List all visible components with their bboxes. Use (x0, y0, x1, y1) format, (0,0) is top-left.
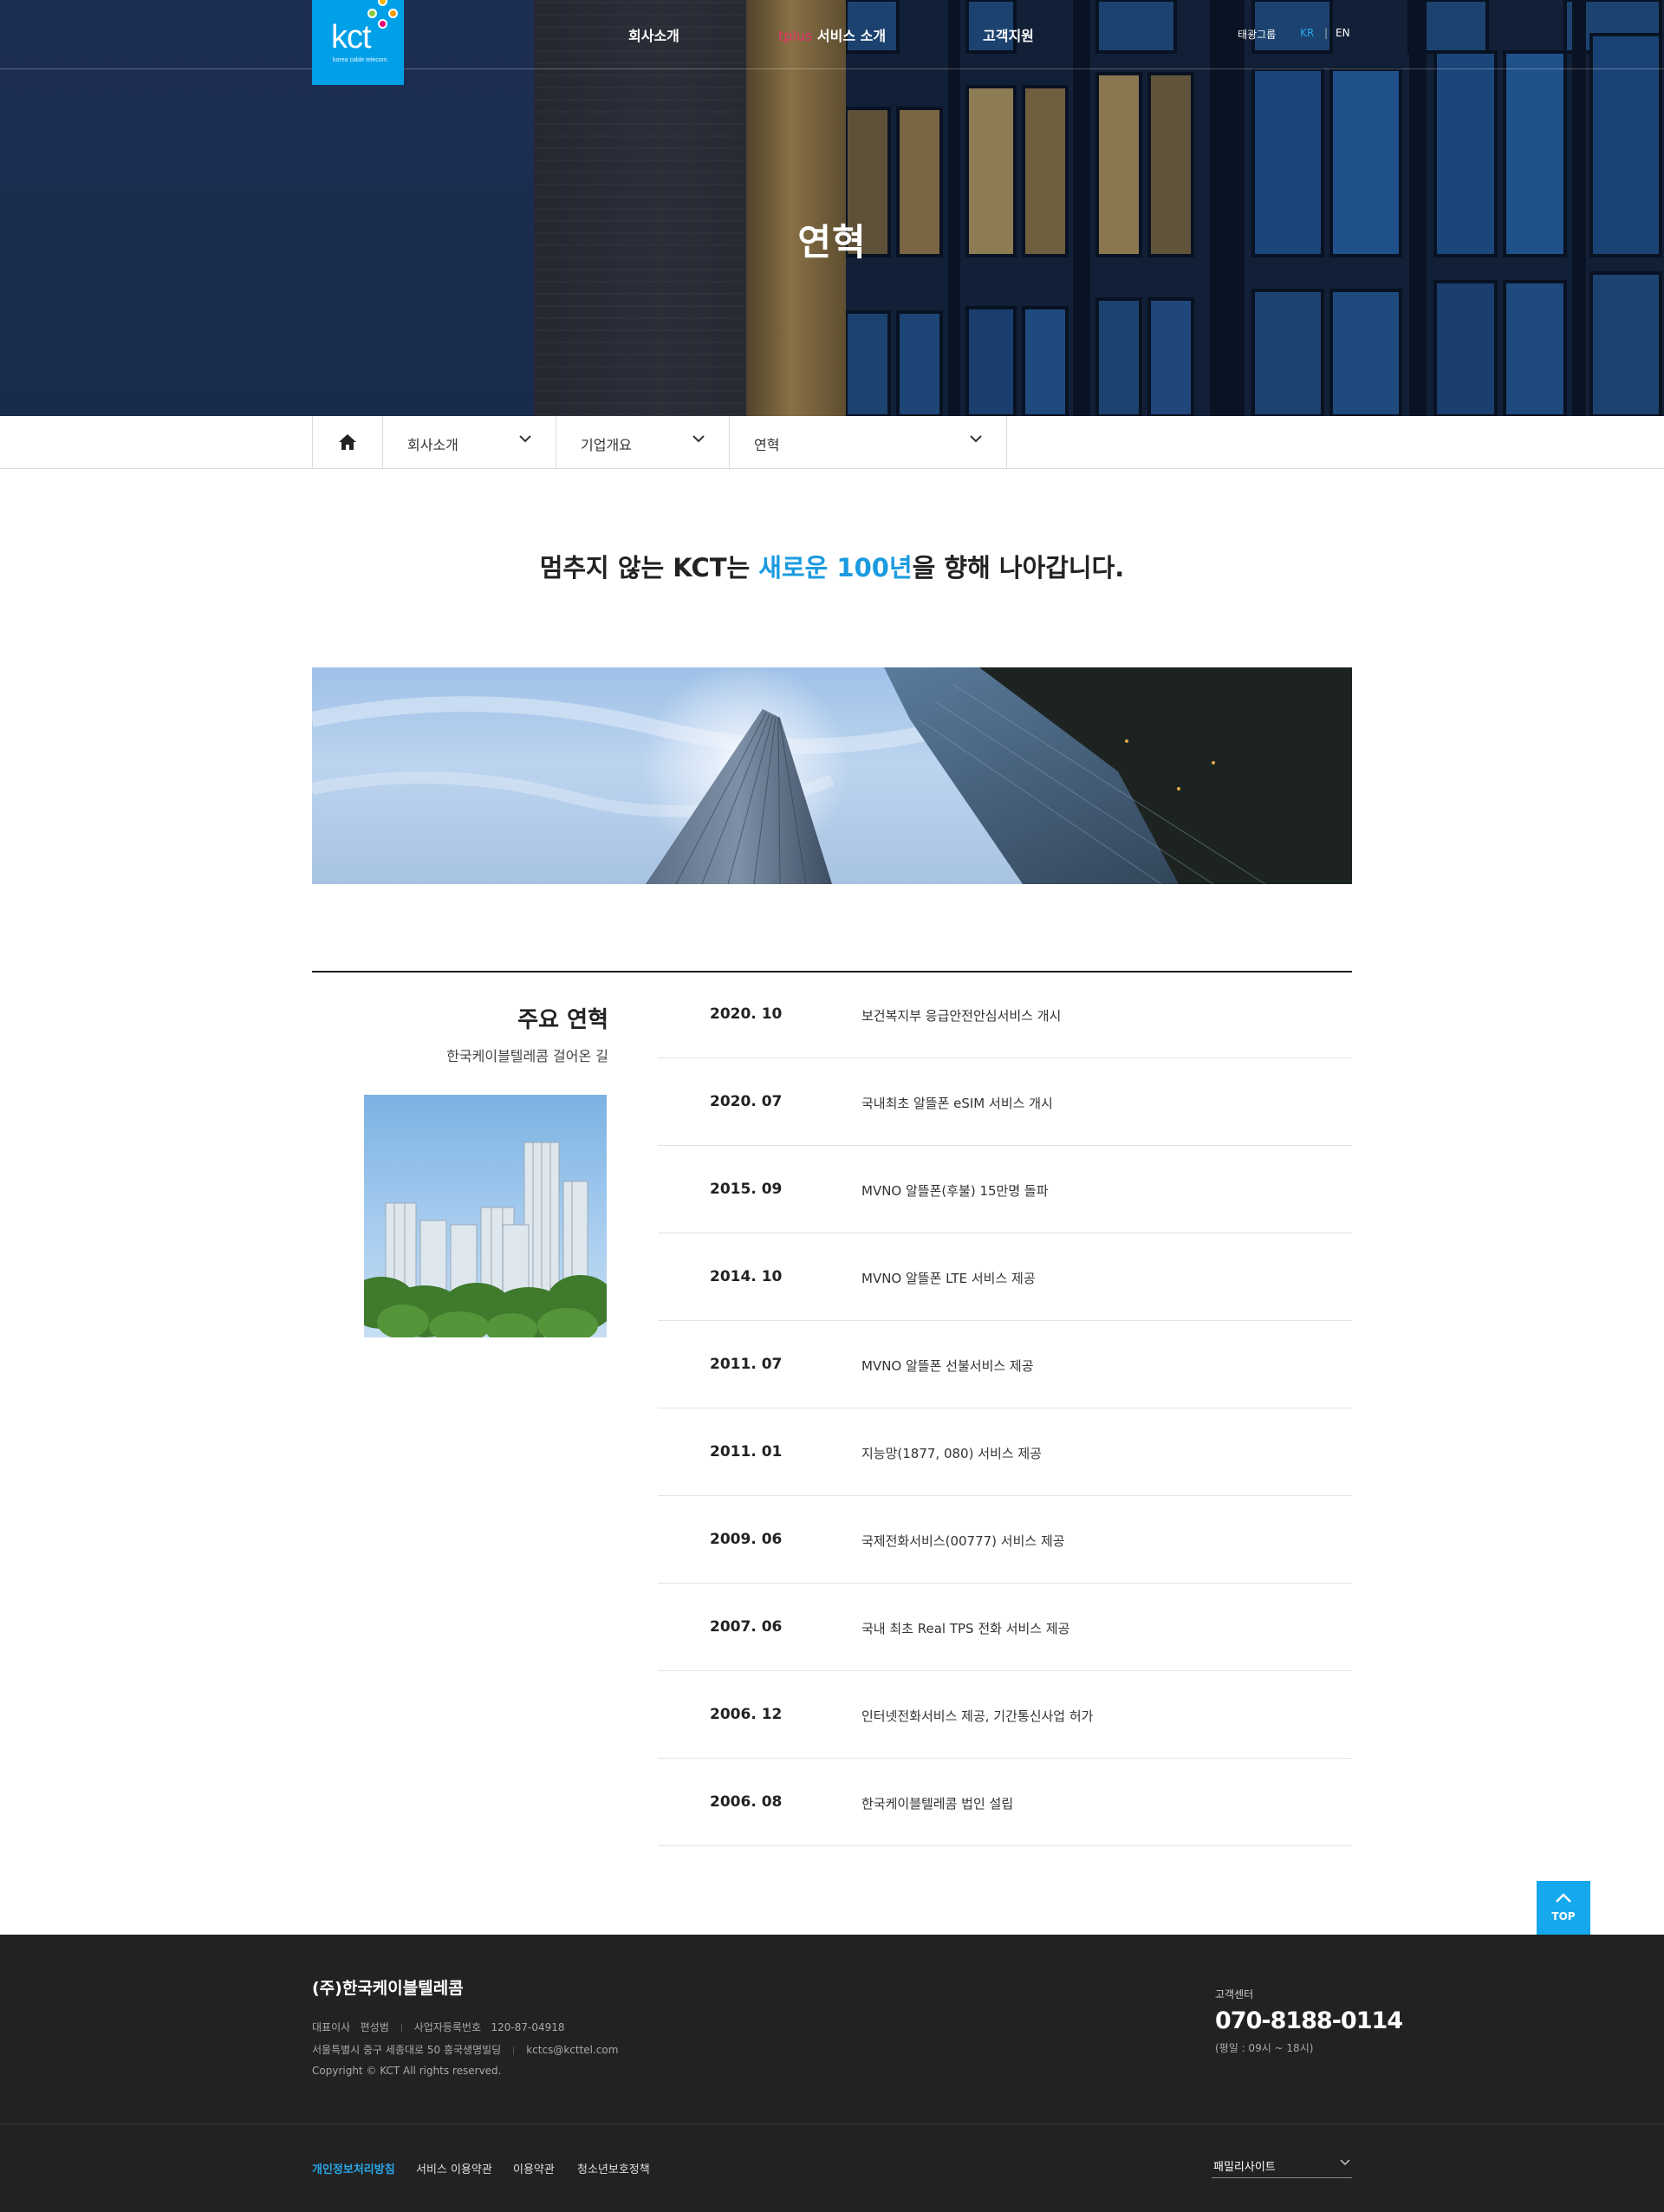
home-icon (339, 434, 356, 450)
history-text: MVNO 알뜰폰(후불) 15만명 돌파 (861, 1183, 1049, 1199)
skyscraper-graphic (312, 667, 1352, 884)
location-depth2-label: 기업개요 (581, 437, 632, 453)
history-list: 2020. 10 보건복지부 응급안전안심서비스 개시 2020. 07 국내최초 … (658, 971, 1352, 1846)
history-row: 2009. 06 국제전화서비스(00777) 서비스 제공 (658, 1496, 1352, 1584)
logo-dot-icon (367, 9, 377, 18)
history-row: 2007. 06 국내 최초 Real TPS 전화 서비스 제공 (658, 1584, 1352, 1671)
footer-link-privacy[interactable]: 개인정보처리방침 (312, 2160, 395, 2176)
history-text: 지능망(1877, 080) 서비스 제공 (861, 1446, 1042, 1461)
history-title: 주요 연혁 (517, 1007, 608, 1033)
history-row: 2011. 01 지능망(1877, 080) 서비스 제공 (658, 1409, 1352, 1496)
footer-email: kctcs@kcttel.com (526, 2044, 619, 2056)
history-text: 국내최초 알뜰폰 eSIM 서비스 개시 (861, 1096, 1053, 1111)
location-dropdown-depth1[interactable]: 회사소개 (383, 416, 556, 468)
chevron-down-icon (692, 435, 705, 443)
home-button[interactable] (312, 416, 383, 468)
history-date: 2020. 10 (710, 1005, 783, 1023)
scroll-top-label: TOP (1551, 1910, 1576, 1922)
slogan-post: 을 향해 나아갑니다. (912, 553, 1125, 582)
history-row: 2011. 07 MVNO 알뜰폰 선불서비스 제공 (658, 1321, 1352, 1409)
hero-visual: kct korea cable telecom 회사소개 tplus 서비스 소… (0, 0, 1664, 416)
footer-link-service-terms[interactable]: 서비스 이용약관 (416, 2160, 492, 2176)
family-site-label: 패밀리사이트 (1213, 2161, 1276, 2174)
history-row: 2020. 07 국내최초 알뜰폰 eSIM 서비스 개시 (658, 1058, 1352, 1146)
city-buildings-photo (364, 1095, 607, 1337)
footer-link-youth-policy[interactable]: 청소년보호정책 (577, 2160, 650, 2176)
footer-biz-no: 120-87-04918 (491, 2021, 565, 2033)
history-text: 보건복지부 응급안전안심서비스 개시 (861, 1008, 1062, 1024)
arrow-up-icon (1556, 1893, 1571, 1903)
history-subtitle: 한국케이블텔레콤 걸어온 길 (446, 1048, 608, 1064)
footer-cs-label: 고객센터 (1215, 1988, 1254, 2001)
history-text: MVNO 알뜰폰 선불서비스 제공 (861, 1358, 1034, 1374)
location-dropdown-depth2[interactable]: 기업개요 (556, 416, 730, 468)
chevron-down-icon (970, 435, 982, 443)
footer-biz-label: 사업자등록번호 (413, 2021, 482, 2033)
history-date: 2020. 07 (710, 1093, 783, 1110)
location-depth3-label: 연혁 (754, 437, 780, 453)
history-date: 2011. 07 (710, 1356, 783, 1373)
footer: (주)한국케이블텔레콤 대표이사 편성범 사업자등록번호 120-87-04918… (0, 1935, 1664, 2212)
footer-cs-hours: (평일 : 09시 ~ 18시) (1215, 2042, 1314, 2054)
nav-item-company[interactable]: 회사소개 (628, 24, 679, 45)
footer-ceo: 편성범 (360, 2021, 389, 2033)
history-text: MVNO 알뜰폰 LTE 서비스 제공 (861, 1271, 1036, 1286)
page-title: 연혁 (797, 221, 867, 263)
footer-address: 서울특별시 중구 세종대로 50 흥국생명빌딩 (312, 2044, 502, 2056)
slogan-pre: 멈추지 않는 KCT는 (539, 553, 759, 582)
history-date: 2006. 08 (710, 1793, 783, 1811)
hero-overlay (0, 0, 1664, 416)
location-bar: 회사소개 기업개요 연혁 (0, 416, 1664, 469)
family-site-select[interactable]: 패밀리사이트 (1212, 2150, 1352, 2178)
scroll-top-button[interactable]: TOP (1537, 1881, 1590, 1935)
logo-subtext: korea cable telecom (333, 57, 387, 63)
chevron-down-icon (1340, 2159, 1350, 2166)
footer-cs-phone: 070-8188-0114 (1215, 2007, 1403, 2034)
history-date: 2015. 09 (710, 1181, 783, 1198)
nav-item-services[interactable]: tplus 서비스 소개 (778, 24, 886, 45)
skyscraper-banner-image (312, 667, 1352, 884)
history-date: 2014. 10 (710, 1268, 783, 1285)
footer-copyright: Copyright © KCT All rights reserved. (312, 2065, 502, 2077)
logo-dot-icon (378, 0, 387, 6)
history-row: 2020. 10 보건복지부 응급안전안심서비스 개시 (658, 971, 1352, 1058)
location-dropdown-depth3[interactable]: 연혁 (730, 416, 1007, 468)
history-row: 2006. 12 인터넷전화서비스 제공, 기간통신사업 허가 (658, 1671, 1352, 1759)
slogan-highlight: 새로운 100년 (758, 553, 913, 582)
history-row: 2006. 08 한국케이블텔레콤 법인 설립 (658, 1759, 1352, 1846)
lang-separator: | (1324, 27, 1329, 39)
history-text: 국제전화서비스(00777) 서비스 제공 (861, 1533, 1065, 1549)
location-depth1-label: 회사소개 (407, 437, 458, 453)
history-date: 2006. 12 (710, 1706, 783, 1723)
history-date: 2009. 06 (710, 1531, 783, 1548)
slogan: 멈추지 않는 KCT는 새로운 100년을 향해 나아갑니다. (0, 548, 1664, 584)
history-row: 2014. 10 MVNO 알뜰폰 LTE 서비스 제공 (658, 1233, 1352, 1321)
history-date: 2007. 06 (710, 1618, 783, 1636)
history-text: 국내 최초 Real TPS 전화 서비스 제공 (861, 1621, 1070, 1636)
footer-info-line2: 서울특별시 중구 세종대로 50 흥국생명빌딩 kctcs@kcttel.com (312, 2042, 618, 2057)
nav-item-services-label: 서비스 소개 (812, 28, 887, 44)
city-skyline-graphic (364, 1142, 607, 1337)
history-text: 한국케이블텔레콤 법인 설립 (861, 1796, 1014, 1812)
footer-company-name: (주)한국케이블텔레콤 (312, 1979, 464, 1998)
global-nav: 회사소개 tplus 서비스 소개 고객지원 (0, 24, 1664, 45)
lang-kr-link[interactable]: KR (1300, 27, 1314, 39)
header-divider (0, 68, 1664, 69)
taekwang-group-link[interactable]: 태광그룹 (1238, 27, 1276, 42)
lang-en-link[interactable]: EN (1336, 27, 1350, 39)
chevron-down-icon (519, 435, 531, 443)
history-text: 인터넷전화서비스 제공, 기간통신사업 허가 (861, 1708, 1094, 1724)
history-row: 2015. 09 MVNO 알뜰폰(후불) 15만명 돌파 (658, 1146, 1352, 1233)
nav-accent-tplus: tplus (778, 28, 813, 44)
nav-item-support[interactable]: 고객지원 (983, 24, 1034, 45)
footer-info-line1: 대표이사 편성범 사업자등록번호 120-87-04918 (312, 2020, 565, 2034)
history-date: 2011. 01 (710, 1443, 783, 1461)
footer-ceo-label: 대표이사 (312, 2021, 351, 2033)
logo-dot-icon (388, 9, 398, 18)
footer-link-terms[interactable]: 이용약관 (513, 2160, 555, 2176)
